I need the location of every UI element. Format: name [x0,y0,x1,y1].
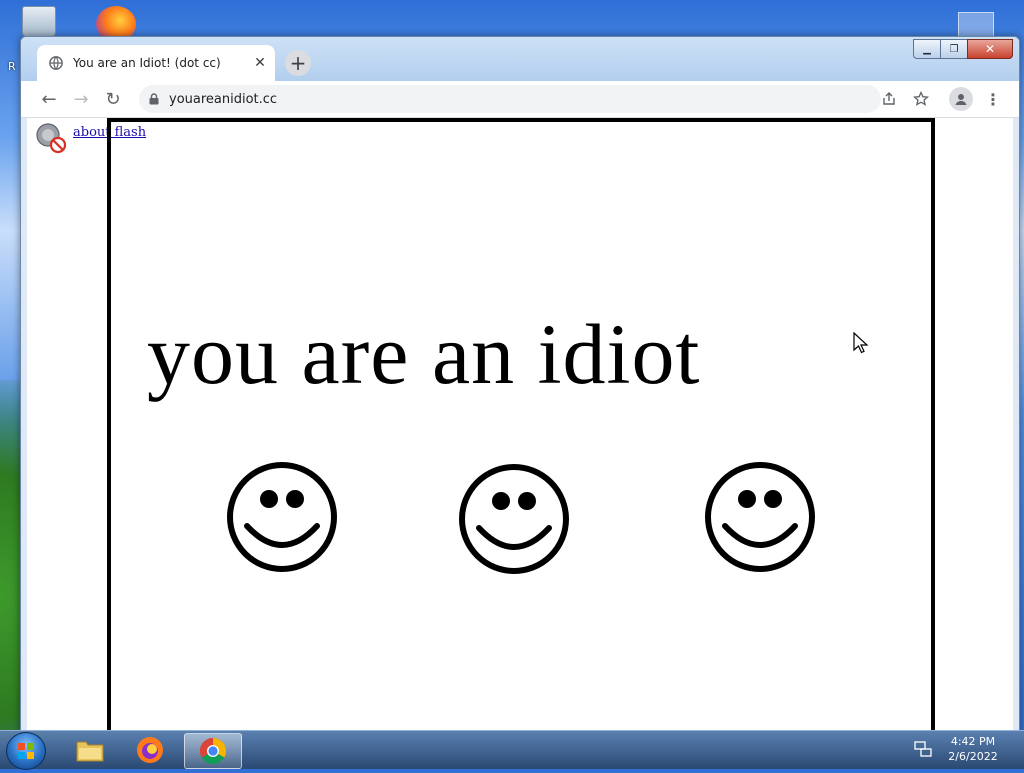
smiley-face-icon [227,462,337,572]
system-clock[interactable]: 4:42 PM 2/6/2022 [944,734,1002,764]
page-content: about flash you are an idiot [27,118,1013,731]
tab-active[interactable]: You are an Idiot! (dot cc) ✕ [37,45,275,81]
mouse-cursor-icon [853,332,869,354]
desktop-icon-label: R [8,60,16,73]
flash-blocked-icon[interactable] [35,122,67,154]
profile-avatar-icon[interactable] [949,87,973,111]
reload-icon[interactable]: ↻ [101,87,125,111]
maximize-button[interactable]: ❐ [940,39,968,59]
tab-title: You are an Idiot! (dot cc) [73,56,221,70]
new-tab-button[interactable]: + [285,50,311,76]
browser-toolbar: ← → ↻ youareanidiot.cc ⋮ [21,81,1019,118]
chrome-icon [199,737,227,765]
start-button[interactable] [6,732,46,770]
browser-menu-icon[interactable]: ⋮ [983,87,1003,111]
window-controls: ▁ ❐ ✕ [913,39,1013,59]
recycle-bin-icon[interactable] [22,6,56,38]
bookmark-star-icon[interactable] [909,87,933,111]
headline-text: you are an idiot [147,306,701,402]
lock-icon[interactable] [149,93,159,105]
smiley-face-icon [705,462,815,572]
title-bar[interactable]: You are an Idiot! (dot cc) ✕ + ▁ ❐ ✕ [21,37,1019,81]
windows-logo-icon [18,743,34,759]
back-arrow-icon[interactable]: ← [37,87,61,111]
tab-close-icon[interactable]: ✕ [249,55,271,71]
forward-arrow-icon[interactable]: → [69,87,93,111]
taskbar-chrome-button[interactable] [184,733,242,769]
taskbar-firefox-button[interactable] [122,733,178,767]
clock-time: 4:42 PM [950,735,996,748]
minimize-button[interactable]: ▁ [913,39,941,59]
folder-icon [76,741,104,762]
network-icon[interactable] [914,741,932,757]
firefox-icon [137,737,163,763]
address-bar[interactable]: youareanidiot.cc [139,85,881,113]
idiot-animation-frame [107,118,935,731]
close-window-button[interactable]: ✕ [967,39,1013,59]
smiley-face-icon [459,464,569,574]
browser-window: You are an Idiot! (dot cc) ✕ + ▁ ❐ ✕ ← →… [20,36,1020,732]
share-icon[interactable] [877,87,901,111]
taskbar-explorer-button[interactable] [62,733,118,767]
taskbar: 4:42 PM 2/6/2022 [0,730,1024,770]
globe-icon [49,56,63,70]
clock-date: 2/6/2022 [948,750,998,763]
url-text: youareanidiot.cc [169,91,278,107]
